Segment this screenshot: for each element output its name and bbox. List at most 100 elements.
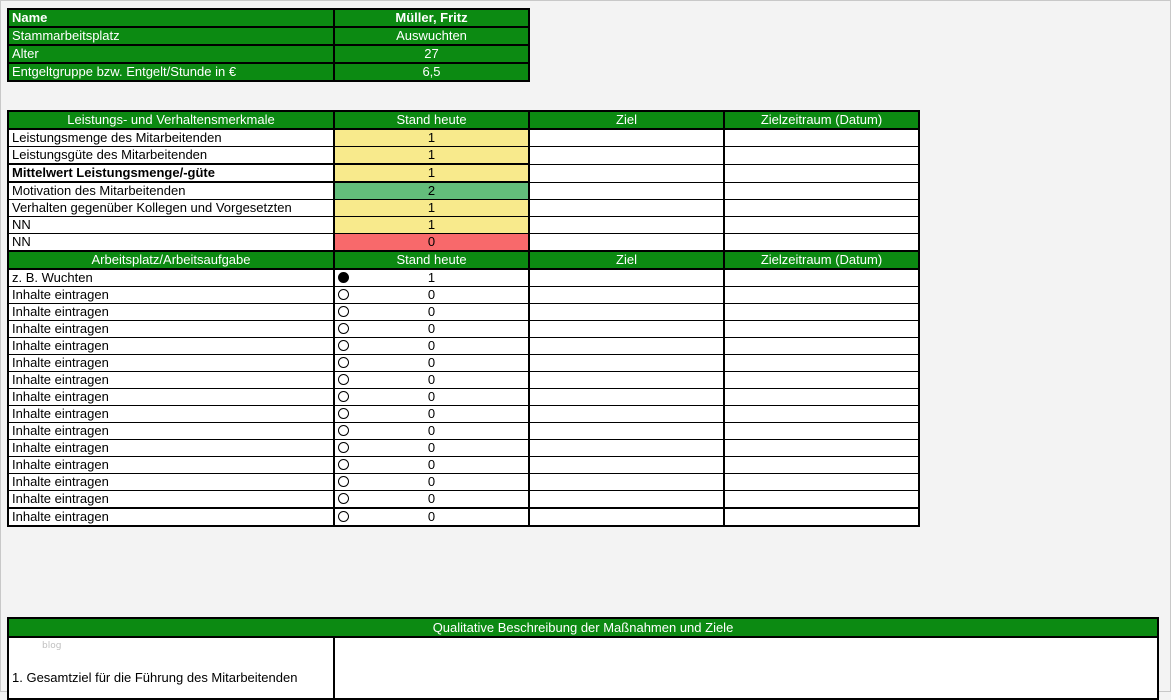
table-row: Leistungsmenge des Mitarbeitenden 1 <box>7 128 920 147</box>
period-cell[interactable] <box>723 337 920 355</box>
goal-cell[interactable] <box>528 337 725 355</box>
period-cell[interactable] <box>723 286 920 304</box>
section2-header-workplace: Arbeitsplatz/Arbeitsaufgabe <box>7 250 335 270</box>
task-label[interactable]: Inhalte eintragen <box>7 320 335 338</box>
period-cell[interactable] <box>723 507 920 527</box>
goal-cell[interactable] <box>528 320 725 338</box>
period-cell[interactable] <box>723 233 920 252</box>
period-cell[interactable] <box>723 456 920 474</box>
status-cell[interactable]: 0 <box>333 371 530 389</box>
period-cell[interactable] <box>723 388 920 406</box>
goal-cell[interactable] <box>528 354 725 372</box>
period-cell[interactable] <box>723 199 920 217</box>
goal-cell[interactable] <box>528 233 725 252</box>
period-cell[interactable] <box>723 473 920 491</box>
status-cell[interactable]: 0 <box>333 490 530 509</box>
goal-cell[interactable] <box>528 181 725 200</box>
period-cell[interactable] <box>723 371 920 389</box>
goal-cell[interactable] <box>528 286 725 304</box>
task-label[interactable]: Inhalte eintragen <box>7 286 335 304</box>
goal-cell[interactable] <box>528 422 725 440</box>
task-label[interactable]: Inhalte eintragen <box>7 473 335 491</box>
status-cell[interactable]: 0 <box>333 337 530 355</box>
period-cell[interactable] <box>723 354 920 372</box>
goal-cell[interactable] <box>528 456 725 474</box>
status-cell[interactable]: 1 <box>333 128 530 147</box>
goal-cell[interactable] <box>528 163 725 183</box>
table-row: Inhalte eintragen 0 <box>7 507 920 527</box>
task-label[interactable]: Inhalte eintragen <box>7 371 335 389</box>
task-label[interactable]: Inhalte eintragen <box>7 337 335 355</box>
info-value-name[interactable]: Müller, Fritz <box>333 8 530 28</box>
section2-header-row: Arbeitsplatz/Arbeitsaufgabe Stand heute … <box>7 250 920 270</box>
goal-cell[interactable] <box>528 405 725 423</box>
goal-cell[interactable] <box>528 473 725 491</box>
info-label-age: Alter <box>7 44 335 64</box>
info-value-pay[interactable]: 6,5 <box>333 62 530 82</box>
status-cell[interactable]: 0 <box>333 320 530 338</box>
goal-cell[interactable] <box>528 268 725 287</box>
goal-item-input[interactable] <box>333 636 1159 700</box>
period-cell[interactable] <box>723 405 920 423</box>
task-label[interactable]: Inhalte eintragen <box>7 507 335 527</box>
goal-cell[interactable] <box>528 490 725 509</box>
period-cell[interactable] <box>723 320 920 338</box>
table-row: Leistungsgüte des Mitarbeitenden 1 <box>7 146 920 165</box>
goal-cell[interactable] <box>528 216 725 234</box>
period-cell[interactable] <box>723 439 920 457</box>
period-cell[interactable] <box>723 181 920 200</box>
status-cell[interactable]: 0 <box>333 286 530 304</box>
period-cell[interactable] <box>723 490 920 509</box>
period-cell[interactable] <box>723 163 920 183</box>
period-cell[interactable] <box>723 303 920 321</box>
status-cell[interactable]: 0 <box>333 439 530 457</box>
goal-cell[interactable] <box>528 371 725 389</box>
info-value-age[interactable]: 27 <box>333 44 530 64</box>
task-label[interactable]: Inhalte eintragen <box>7 303 335 321</box>
status-cell[interactable]: 1 <box>333 163 530 183</box>
table-row: Inhalte eintragen 0 <box>7 473 920 491</box>
task-label[interactable]: z. B. Wuchten <box>7 268 335 287</box>
status-cell[interactable]: 0 <box>333 233 530 252</box>
task-label[interactable]: Inhalte eintragen <box>7 405 335 423</box>
status-cell[interactable]: 0 <box>333 354 530 372</box>
status-cell[interactable]: 0 <box>333 473 530 491</box>
task-label[interactable]: Inhalte eintragen <box>7 456 335 474</box>
goal-cell[interactable] <box>528 439 725 457</box>
goal-cell[interactable] <box>528 199 725 217</box>
task-label[interactable]: Inhalte eintragen <box>7 439 335 457</box>
goal-cell[interactable] <box>528 388 725 406</box>
info-value-workplace[interactable]: Auswuchten <box>333 26 530 46</box>
task-label[interactable]: Inhalte eintragen <box>7 490 335 509</box>
period-cell[interactable] <box>723 216 920 234</box>
filled-circle-icon <box>338 272 349 283</box>
status-cell[interactable]: 0 <box>333 422 530 440</box>
status-value: 0 <box>427 423 436 439</box>
status-cell[interactable]: 0 <box>333 507 530 527</box>
goal-cell[interactable] <box>528 128 725 147</box>
goal-cell[interactable] <box>528 303 725 321</box>
status-cell[interactable]: 0 <box>333 405 530 423</box>
status-cell[interactable]: 1 <box>333 199 530 217</box>
period-cell[interactable] <box>723 128 920 147</box>
status-cell[interactable]: 0 <box>333 388 530 406</box>
status-cell[interactable]: 0 <box>333 456 530 474</box>
status-cell[interactable]: 1 <box>333 216 530 234</box>
status-value: 0 <box>427 355 436 371</box>
status-cell[interactable]: 2 <box>333 181 530 200</box>
task-label[interactable]: Inhalte eintragen <box>7 354 335 372</box>
info-label-workplace: Stammarbeitsplatz <box>7 26 335 46</box>
task-label[interactable]: Inhalte eintragen <box>7 388 335 406</box>
goal-cell[interactable] <box>528 146 725 165</box>
period-cell[interactable] <box>723 268 920 287</box>
status-cell[interactable]: 1 <box>333 268 530 287</box>
employee-info-table: Name Müller, Fritz Stammarbeitsplatz Aus… <box>7 8 530 82</box>
status-cell[interactable]: 1 <box>333 146 530 165</box>
status-cell[interactable]: 0 <box>333 303 530 321</box>
task-label[interactable]: Inhalte eintragen <box>7 422 335 440</box>
period-cell[interactable] <box>723 422 920 440</box>
info-label-name: Name <box>7 8 335 28</box>
goal-cell[interactable] <box>528 507 725 527</box>
period-cell[interactable] <box>723 146 920 165</box>
empty-circle-icon <box>338 306 349 317</box>
